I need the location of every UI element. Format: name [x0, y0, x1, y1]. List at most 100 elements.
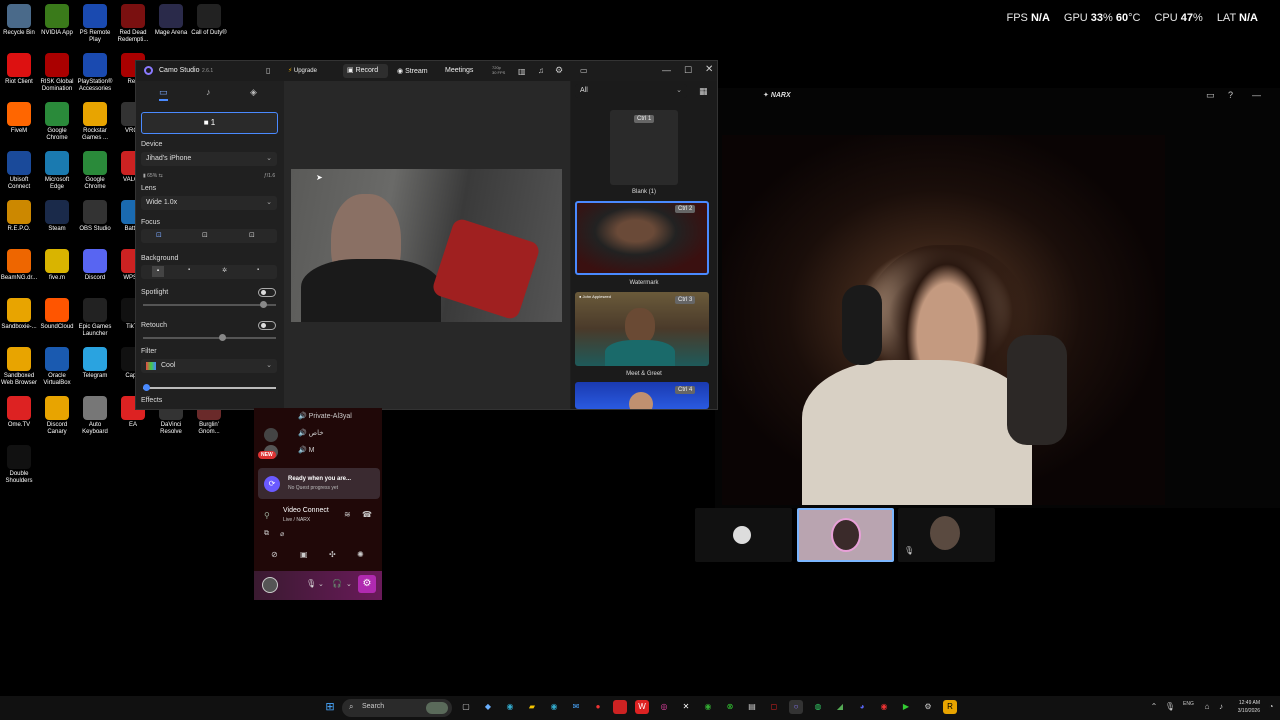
window-close-icon[interactable]: ✕: [705, 64, 713, 75]
spotlight-slider[interactable]: [143, 304, 276, 306]
notifications-icon[interactable]: ◔: [1264, 700, 1278, 714]
scenes-panel-icon[interactable]: ▭: [580, 66, 588, 75]
start-icon[interactable]: ⊞: [323, 700, 337, 714]
desktop-icon[interactable]: Riot Client: [0, 53, 38, 86]
desktop-icon[interactable]: OBS Studio: [76, 200, 114, 233]
video-off-icon[interactable]: ⊘: [271, 550, 278, 559]
activities-icon[interactable]: ✣: [329, 550, 336, 559]
desktop-icon[interactable]: Microsoft Edge: [38, 151, 76, 191]
desktop-icon[interactable]: PlayStation® Accessories: [76, 53, 114, 93]
file-explorer-icon[interactable]: ▰: [525, 700, 539, 714]
source-selector[interactable]: ■ 1: [141, 112, 278, 134]
call-popout-icon[interactable]: ▭: [1206, 90, 1215, 101]
app-icon[interactable]: [613, 700, 627, 714]
settings-icon[interactable]: ⚙: [555, 65, 563, 76]
instagram-icon[interactable]: ◎: [657, 700, 671, 714]
app-icon[interactable]: ▤: [745, 700, 759, 714]
background-image-icon[interactable]: ▪: [257, 267, 259, 273]
notifications-icon[interactable]: ♫: [538, 66, 544, 75]
background-effect-icon[interactable]: ✲: [222, 267, 227, 274]
desktop-icon[interactable]: Sandboxie-...: [0, 298, 38, 331]
desktop-icon[interactable]: Discord: [76, 249, 114, 282]
headphones-icon[interactable]: 🎧: [332, 579, 342, 588]
app-icon[interactable]: ▶: [899, 700, 913, 714]
share-screen-icon[interactable]: ▣: [300, 550, 308, 559]
desktop-icon[interactable]: Google Chrome: [38, 102, 76, 142]
taskbar-search[interactable]: ⌕ Search: [342, 699, 452, 717]
desktop-icon[interactable]: Google Chrome: [76, 151, 114, 191]
desktop-icon[interactable]: R.E.P.O.: [0, 200, 38, 233]
video-tab-icon[interactable]: ▭: [159, 87, 168, 101]
user-settings-icon[interactable]: ⚙: [358, 575, 376, 593]
desktop-icon[interactable]: Discord Canary: [38, 396, 76, 436]
app-icon[interactable]: ◢: [833, 700, 847, 714]
filter-intensity-thumb[interactable]: [143, 384, 150, 391]
chevron-down-icon[interactable]: ⌄: [318, 580, 324, 588]
participant-tile-3[interactable]: 🎙: [898, 508, 995, 562]
soundboard-icon[interactable]: ✺: [357, 550, 364, 559]
sidebar-toggle-icon[interactable]: ▯: [266, 66, 270, 75]
desktop-icon[interactable]: BeamNG.dr...: [0, 249, 38, 282]
language-indicator[interactable]: ENG: [1183, 701, 1194, 707]
participant-tile-1[interactable]: [695, 508, 792, 562]
participant-tile-2[interactable]: [797, 508, 894, 562]
task-view-icon[interactable]: ▢: [459, 700, 473, 714]
layers-tab-icon[interactable]: ◈: [250, 87, 257, 98]
copilot-icon[interactable]: ◆: [481, 700, 495, 714]
desktop-icon[interactable]: Rockstar Games ...: [76, 102, 114, 142]
desktop-icon[interactable]: Steam: [38, 200, 76, 233]
desktop-icon[interactable]: Mage Arena: [152, 4, 190, 37]
settings-icon[interactable]: ⚙: [921, 700, 935, 714]
app-icon[interactable]: R: [943, 700, 957, 714]
desktop-icon[interactable]: NVIDIA App: [38, 4, 76, 37]
microphone-icon[interactable]: 🎙: [306, 579, 316, 588]
stream-button[interactable]: ◉ Stream: [397, 67, 428, 75]
app-icon[interactable]: ●: [591, 700, 605, 714]
edge-icon[interactable]: ◉: [503, 700, 517, 714]
camera-off-icon[interactable]: ⌀: [280, 530, 284, 538]
upgrade-button[interactable]: ⚡ Upgrade: [288, 67, 317, 74]
desktop-icon[interactable]: Oracle VirtualBox: [38, 347, 76, 387]
chrome-icon[interactable]: ◉: [701, 700, 715, 714]
filter-intensity-slider[interactable]: [143, 387, 276, 389]
retouch-toggle[interactable]: [258, 321, 276, 330]
desktop-icon[interactable]: five.m: [38, 249, 76, 282]
wps-icon[interactable]: W: [635, 700, 649, 714]
desktop-icon[interactable]: SoundCloud: [38, 298, 76, 331]
desktop-icon[interactable]: Sandboxed Web Browser: [0, 347, 38, 387]
mail-icon[interactable]: ✉: [569, 700, 583, 714]
retouch-slider-thumb[interactable]: [219, 334, 226, 341]
voice-channel-private[interactable]: 🔊 Private-Al3yal: [298, 412, 352, 420]
xbox-icon[interactable]: ⊗: [723, 700, 737, 714]
call-minimize-icon[interactable]: —: [1252, 90, 1261, 100]
disconnect-icon[interactable]: ☎: [362, 510, 372, 519]
background-blur-icon[interactable]: ▪: [188, 267, 190, 273]
desktop-icon[interactable]: FiveM: [0, 102, 38, 135]
app-icon[interactable]: ◉: [877, 700, 891, 714]
voice-channel-2[interactable]: 🔊 خاص: [298, 429, 324, 437]
desktop-icon[interactable]: Double Shoulders: [0, 445, 38, 485]
lens-dropdown[interactable]: Wide 1.0x ⌄: [141, 196, 277, 210]
record-button[interactable]: ▣ Record: [343, 64, 388, 78]
focus-face-icon[interactable]: ⊡: [202, 231, 208, 239]
spotlight-toggle[interactable]: [258, 288, 276, 297]
filter-dropdown[interactable]: Cool ⌄: [141, 359, 277, 373]
retouch-slider[interactable]: [143, 337, 276, 339]
desktop-icon[interactable]: Red Dead Redempti...: [114, 4, 152, 44]
camo-icon[interactable]: ○: [789, 700, 803, 714]
desktop-icon[interactable]: Call of Duty®: [190, 4, 228, 37]
voice-channel-3[interactable]: 🔊 M: [298, 446, 315, 454]
network-icon[interactable]: ⌂: [1200, 700, 1214, 714]
window-maximize-icon[interactable]: ☐: [684, 65, 692, 76]
clock[interactable]: 12:49 AM 3/10/2026: [1230, 699, 1260, 715]
desktop-icon[interactable]: RISK Global Domination: [38, 53, 76, 93]
scenes-filter-dropdown[interactable]: All ⌄: [575, 84, 687, 98]
background-none-icon[interactable]: ▪: [152, 266, 164, 277]
screen-share-icon[interactable]: ⧉: [264, 530, 269, 538]
focus-manual-icon[interactable]: ⊡: [249, 231, 255, 239]
call-help-icon[interactable]: ?: [1228, 90, 1233, 100]
whatsapp-icon[interactable]: ◍: [811, 700, 825, 714]
user-avatar[interactable]: [262, 577, 278, 593]
edge-icon[interactable]: ◉: [547, 700, 561, 714]
window-minimize-icon[interactable]: —: [662, 65, 671, 75]
